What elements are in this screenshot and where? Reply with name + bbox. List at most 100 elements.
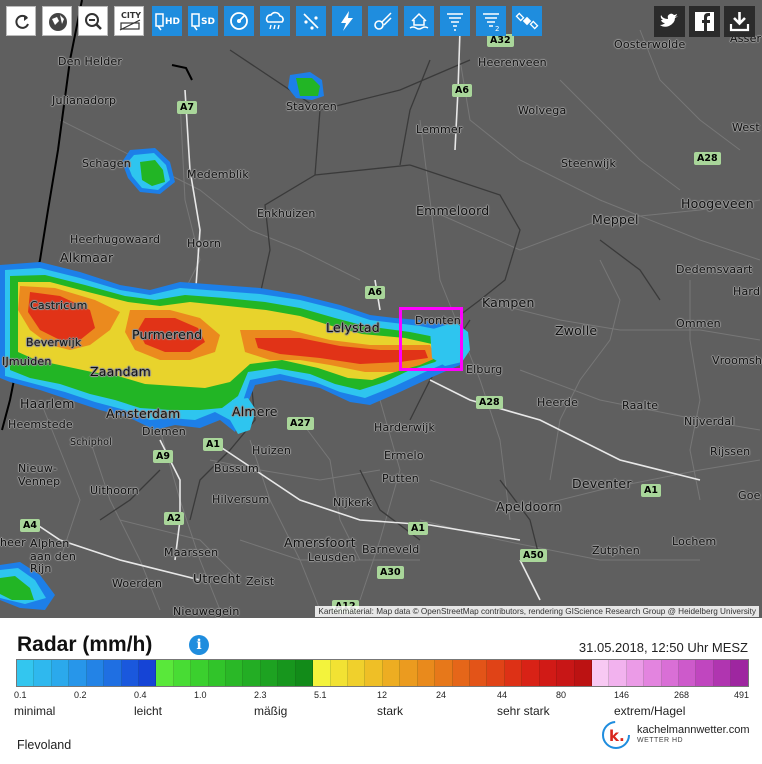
road-shield: A50: [520, 549, 547, 562]
city-toggle-label: CITY: [121, 11, 142, 20]
map-attribution: Kartenmaterial: Map data © OpenStreetMap…: [315, 606, 759, 617]
color-scale-swatch: [208, 660, 227, 686]
info-icon[interactable]: i: [189, 635, 209, 655]
facebook-icon: [695, 12, 714, 31]
color-scale-swatch: [487, 660, 505, 686]
city-label: Diemen: [142, 425, 186, 438]
rain-cloud-icon: [265, 11, 284, 30]
city-label: Deventer: [572, 476, 632, 491]
road-shield: A1: [641, 484, 661, 497]
city-label: West: [732, 121, 760, 134]
refresh-icon: [15, 14, 29, 29]
city-label: Lemmer: [416, 123, 463, 136]
city-label: Almere: [232, 404, 278, 419]
legend-title: Radar (mm/h): [17, 633, 153, 656]
scale-category: sehr stark: [497, 704, 550, 718]
scale-category: minimal: [14, 704, 56, 718]
refresh-button[interactable]: [6, 6, 36, 36]
color-scale-swatch: [104, 660, 122, 686]
road-shield: A7: [177, 101, 197, 114]
city-label: Julianadorp: [52, 94, 117, 107]
meteor-button[interactable]: [368, 6, 398, 36]
color-scale-swatch: [557, 660, 575, 686]
city-label: Steenwijk: [561, 157, 617, 170]
road-shield: A30: [377, 566, 404, 579]
color-scale-swatch: [522, 660, 540, 686]
city-label: Zaandam: [90, 364, 151, 379]
color-scale-swatch: [504, 660, 523, 686]
meteor-icon: [374, 12, 392, 30]
city-label: Castricum: [30, 299, 88, 312]
city-label: Harderwijk: [374, 421, 436, 434]
color-scale-swatch: [51, 660, 70, 686]
color-scale-swatch: [713, 660, 732, 686]
scale-tick: 2.3: [254, 690, 267, 700]
color-scale-swatch: [243, 660, 261, 686]
lightning-button[interactable]: [332, 6, 362, 36]
legend-datetime: 31.05.2018, 12:50 Uhr MESZ: [578, 640, 748, 655]
scale-tick: 491: [734, 690, 750, 700]
flood-button[interactable]: [404, 6, 434, 36]
city-label: Woerden: [112, 577, 163, 590]
sat-hd-label: HD: [165, 17, 181, 27]
city-label: Kampen: [482, 295, 535, 310]
hail-button[interactable]: [296, 6, 326, 36]
scale-category: stark: [377, 704, 404, 718]
color-scale-swatch: [661, 660, 680, 686]
twitter-button[interactable]: [654, 6, 685, 37]
rain-button[interactable]: [260, 6, 290, 36]
city-label: heer: [0, 536, 26, 549]
road-shield: A28: [694, 152, 721, 165]
zoom-out-button[interactable]: [78, 6, 108, 36]
scale-tick: 0.4: [134, 690, 147, 700]
radar-icon: [230, 12, 248, 30]
radar-legend: Radar (mm/h) i 31.05.2018, 12:50 Uhr MES…: [0, 618, 762, 764]
tornado2-button[interactable]: 2: [476, 6, 506, 36]
color-scale-swatch: [138, 660, 157, 686]
city-label: Dronten: [415, 314, 461, 327]
color-scale-swatch: [469, 660, 488, 686]
city-label: Purmerend: [132, 327, 203, 342]
region-name: Flevoland: [17, 738, 72, 752]
city-label: Alphen aan den Rijn: [30, 537, 77, 575]
zoom-out-icon: [85, 13, 102, 30]
city-label: Dedemsvaart: [676, 263, 753, 276]
globe-button[interactable]: [42, 6, 72, 36]
color-scale-swatch: [156, 660, 174, 686]
city-label: Elburg: [466, 363, 503, 376]
city-label: Zwolle: [555, 323, 598, 338]
city-label: Lelystad: [326, 320, 380, 335]
kachelmann-logo-icon[interactable]: k.: [601, 720, 633, 752]
city-label: Hoorn: [187, 237, 222, 250]
color-scale-swatch: [644, 660, 662, 686]
city-label: Rijssen: [710, 445, 751, 458]
radar-map[interactable]: Den Helder Julianadorp Schagen Medemblik…: [0, 0, 762, 618]
color-scale-swatch: [34, 660, 52, 686]
facebook-button[interactable]: [689, 6, 720, 37]
city-label: Zeist: [246, 575, 275, 588]
color-scale-swatch: [313, 660, 331, 686]
sat-sd-label: SD: [201, 17, 215, 27]
brand-subtitle: WETTER HD: [637, 737, 684, 744]
city-label: Goe: [738, 489, 761, 502]
road-shield: A1: [203, 438, 223, 451]
city-label: Beverwijk: [26, 336, 82, 349]
tornado-button[interactable]: [440, 6, 470, 36]
city-label: Amersfoort: [284, 535, 356, 550]
download-button[interactable]: [724, 6, 755, 37]
city-toggle-button[interactable]: CITY: [114, 6, 144, 36]
radar-button[interactable]: [224, 6, 254, 36]
sat-hd-button[interactable]: HD: [152, 6, 182, 36]
city-label: Zutphen: [592, 544, 640, 557]
color-scale-swatch: [69, 660, 87, 686]
brand-name[interactable]: kachelmannwetter.com: [637, 724, 750, 736]
globe-icon: [49, 13, 67, 31]
satellite-button[interactable]: [512, 6, 542, 36]
city-label: Heerhugowaard: [70, 233, 161, 246]
sat-sd-button[interactable]: SD: [188, 6, 218, 36]
color-scale: [16, 659, 749, 687]
color-scale-swatch: [260, 660, 279, 686]
city-label: Hoogeveen: [681, 196, 754, 211]
color-scale-swatch: [539, 660, 558, 686]
scale-tick: 146: [614, 690, 630, 700]
